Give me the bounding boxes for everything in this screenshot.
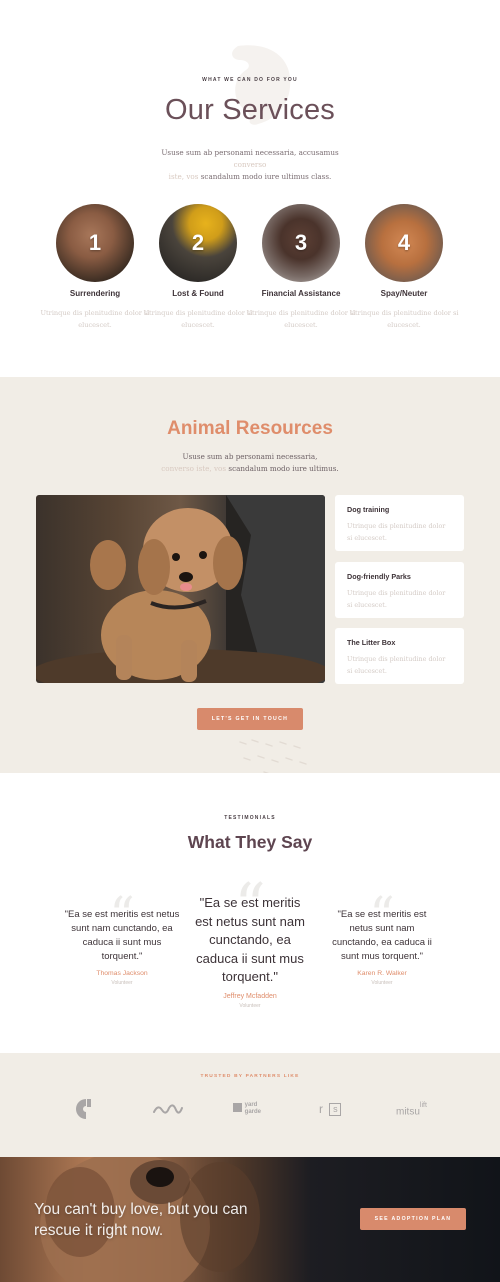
desc-main-1: Ususe sum ab personami necessaria, accus… [161, 148, 339, 157]
service-photo-cat: 4 [365, 204, 443, 282]
see-adoption-plan-button[interactable]: SEE ADOPTION PLAN [360, 1208, 466, 1230]
service-photo-puppy: 3 [262, 204, 340, 282]
service-name: Financial Assistance [261, 289, 341, 298]
testimonial-card: “ "Ea se est meritis est netus sunt nam … [64, 886, 180, 986]
testimonial-quote: "Ea se est meritis est netus sunt nam cu… [332, 909, 432, 962]
resource-card-litter-box[interactable]: The Litter Box Utrinque dis plenitudine … [335, 628, 464, 684]
service-card-lost-found[interactable]: 2 Lost & Found Utrinque dis plenitudine … [143, 204, 253, 331]
service-text: Utrinque dis plenitudine dolor si eluces… [143, 309, 253, 329]
partners-eyebrow: TRUSTED BY PARTNERS LIKE [200, 1074, 300, 1079]
service-number: 1 [88, 230, 102, 255]
partners-section: TRUSTED BY PARTNERS LIKE yard garde r s … [0, 1053, 500, 1157]
desc-faded-2: iste, vos [168, 172, 199, 181]
services-eyebrow: WHAT WE CAN DO FOR YOU [202, 77, 298, 83]
rs-logo-icon[interactable]: r s [319, 1098, 347, 1120]
desc-faded-1: converso [233, 160, 267, 169]
resources-dog-photo [36, 495, 325, 683]
testimonials-eyebrow: TESTIMONIALS [224, 815, 276, 821]
resource-card-title: Dog training [347, 505, 390, 514]
res-desc-main-2: scandalum modo iure ultimus. [228, 464, 339, 473]
service-number: 2 [191, 230, 205, 255]
service-photo-pug: 2 [159, 204, 237, 282]
resource-card-dog-training[interactable]: Dog training Utrinque dis plenitudine do… [335, 495, 464, 551]
service-text: Utrinque dis plenitudine dolor si eluces… [349, 309, 459, 329]
yard-logo-line2: garde [244, 1109, 262, 1115]
resources-section: Animal Resources Ususe sum ab personami … [0, 377, 500, 857]
resource-card-title: Dog-friendly Parks [347, 572, 411, 581]
mitsulift-logo-super: lift [419, 1102, 427, 1109]
services-description: Ususe sum ab personami necessaria, accus… [150, 147, 350, 183]
c-logo-icon[interactable] [74, 1098, 98, 1120]
testimonial-role: Volunteer [239, 1002, 261, 1009]
resources-description: Ususe sum ab personami necessaria, conve… [160, 451, 340, 475]
testimonials-title: What They Say [187, 832, 313, 852]
testimonial-role: Volunteer [371, 980, 393, 986]
resources-title: Animal Resources [167, 418, 333, 439]
testimonial-author: Thomas Jackson [96, 970, 148, 977]
testimonial-quote: "Ea se est meritis est netus sunt nam cu… [195, 895, 305, 984]
service-number: 3 [294, 230, 308, 255]
footer-cta-section: You can't buy love, but you can rescue i… [0, 1157, 500, 1282]
resource-card-dog-friendly-parks[interactable]: Dog-friendly Parks Utrinque dis plenitud… [335, 562, 464, 618]
poodle-illustration [36, 495, 325, 683]
service-card-spay-neuter[interactable]: 4 Spay/Neuter Utrinque dis plenitudine d… [349, 204, 459, 331]
service-name: Spay/Neuter [380, 289, 428, 298]
resource-card-text: Utrinque dis plenitudine dolor si eluces… [347, 522, 446, 542]
service-text: Utrinque dis plenitudine dolor si eluces… [40, 309, 150, 329]
service-card-surrendering[interactable]: 1 Surrendering Utrinque dis plenitudine … [40, 204, 150, 331]
wave-logo-icon[interactable] [153, 1098, 183, 1120]
desc-main-2: scandalum modo iure ultimus class. [200, 172, 332, 181]
resource-card-title: The Litter Box [347, 638, 396, 647]
testimonial-author: Jeffrey Mcfadden [223, 992, 277, 1000]
res-desc-faded: converso iste, vos [161, 464, 227, 473]
testimonial-card: “ "Ea se est meritis est netus sunt nam … [328, 886, 436, 986]
service-photo-dog: 1 [56, 204, 134, 282]
rs-logo-s: s [329, 1103, 342, 1117]
yard-logo-line1: yard [244, 1102, 258, 1108]
testimonials-section: TESTIMONIALS What They Say “ "Ea se est … [0, 773, 500, 1053]
footer-headline: You can't buy love, but you can rescue i… [34, 1201, 248, 1239]
services-section: WHAT WE CAN DO FOR YOU Our Services Usus… [0, 0, 500, 377]
testimonial-card-featured: “ "Ea se est meritis est netus sunt nam … [192, 869, 308, 1009]
yard-logo-icon[interactable]: yard garde [233, 1098, 267, 1120]
services-title: Our Services [165, 94, 335, 126]
testimonial-author: Karen R. Walker [357, 970, 407, 977]
service-text: Utrinque dis plenitudine dolor si eluces… [246, 309, 356, 329]
mitsulift-logo-icon[interactable]: mitsulift [396, 1098, 436, 1120]
resource-card-text: Utrinque dis plenitudine dolor si eluces… [347, 655, 446, 675]
rs-logo-r: r [319, 1102, 323, 1116]
testimonial-role: Volunteer [111, 980, 133, 986]
service-name: Lost & Found [172, 289, 224, 298]
get-in-touch-button[interactable]: LET'S GET IN TOUCH [197, 708, 303, 730]
service-name: Surrendering [69, 289, 121, 298]
res-desc-main-1: Ususe sum ab personami necessaria, [182, 452, 318, 461]
service-number: 4 [397, 230, 411, 255]
testimonial-quote: "Ea se est meritis est netus sunt nam cu… [64, 909, 180, 962]
service-card-financial-assistance[interactable]: 3 Financial Assistance Utrinque dis plen… [246, 204, 356, 331]
mitsulift-logo-main: mitsu [396, 1106, 420, 1118]
resource-card-text: Utrinque dis plenitudine dolor si eluces… [347, 589, 446, 609]
